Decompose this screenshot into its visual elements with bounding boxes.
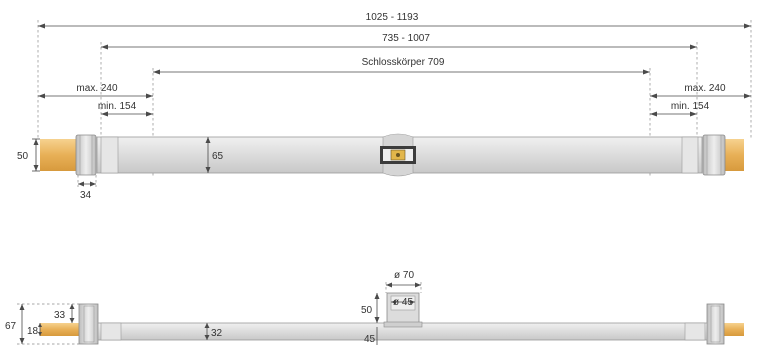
dim-overall: 1025 - 1193 — [38, 12, 751, 29]
dim-bar-height-label: 65 — [212, 151, 224, 162]
dim-min-right-label: min. 154 — [671, 101, 710, 112]
dim-max-right-label: max. 240 — [684, 83, 726, 94]
dim-max-right: max. 240 — [650, 83, 751, 99]
dim-shaft-diameter: ø 45 — [391, 297, 415, 308]
dim-middle: 735 - 1007 — [101, 33, 697, 50]
dim-side-rod-height-label: 18 — [27, 326, 39, 337]
dim-overall-label: 1025 - 1193 — [366, 12, 419, 23]
dim-side-bar-height-label: 32 — [211, 328, 223, 339]
bar-end-right — [681, 136, 699, 174]
dim-max-left-label: max. 240 — [76, 83, 118, 94]
dim-knob-height: 50 — [361, 293, 380, 323]
dim-lock-body: Schlosskörper 709 — [153, 57, 650, 75]
top-view: 1025 - 1193 735 - 1007 Schlosskörper 709… — [17, 12, 752, 201]
dim-min-left: min. 154 — [98, 101, 153, 117]
dim-lock-body-label: Schlosskörper 709 — [362, 57, 445, 68]
dim-cap-height: 33 — [54, 304, 75, 323]
side-rod-left — [40, 323, 84, 336]
dim-rod-height: 50 — [17, 138, 40, 172]
end-cap-left — [75, 134, 97, 176]
dim-knob-height-label: 50 — [361, 305, 373, 316]
dim-max-left: max. 240 — [38, 83, 153, 99]
end-cap-right — [702, 134, 726, 176]
side-cap-right — [706, 303, 725, 345]
dim-min-right: min. 154 — [650, 101, 710, 117]
dim-knob-diameter: ø 70 — [385, 270, 422, 293]
dim-cap-height-label: 33 — [54, 310, 66, 321]
dim-total-height-label: 67 — [5, 321, 17, 332]
knob-base — [383, 321, 423, 328]
dim-side-rod-height: 18 — [27, 323, 42, 337]
technical-drawing: 1025 - 1193 735 - 1007 Schlosskörper 709… — [5, 12, 752, 345]
dim-rod-height-label: 50 — [17, 151, 29, 162]
bottom-view: ø 70 ø 45 50 45 32 67 33 18 — [5, 270, 744, 345]
dim-knob-offset-label: 45 — [364, 334, 376, 345]
side-cap-left — [78, 303, 99, 345]
dim-cap-width-label: 34 — [80, 190, 92, 201]
bar-end-left — [100, 136, 119, 174]
dim-cap-width: 34 — [77, 175, 97, 201]
dim-shaft-diameter-label: ø 45 — [393, 297, 413, 308]
dim-knob-diameter-label: ø 70 — [394, 270, 414, 281]
dim-min-left-label: min. 154 — [98, 101, 137, 112]
dim-middle-label: 735 - 1007 — [382, 33, 430, 44]
